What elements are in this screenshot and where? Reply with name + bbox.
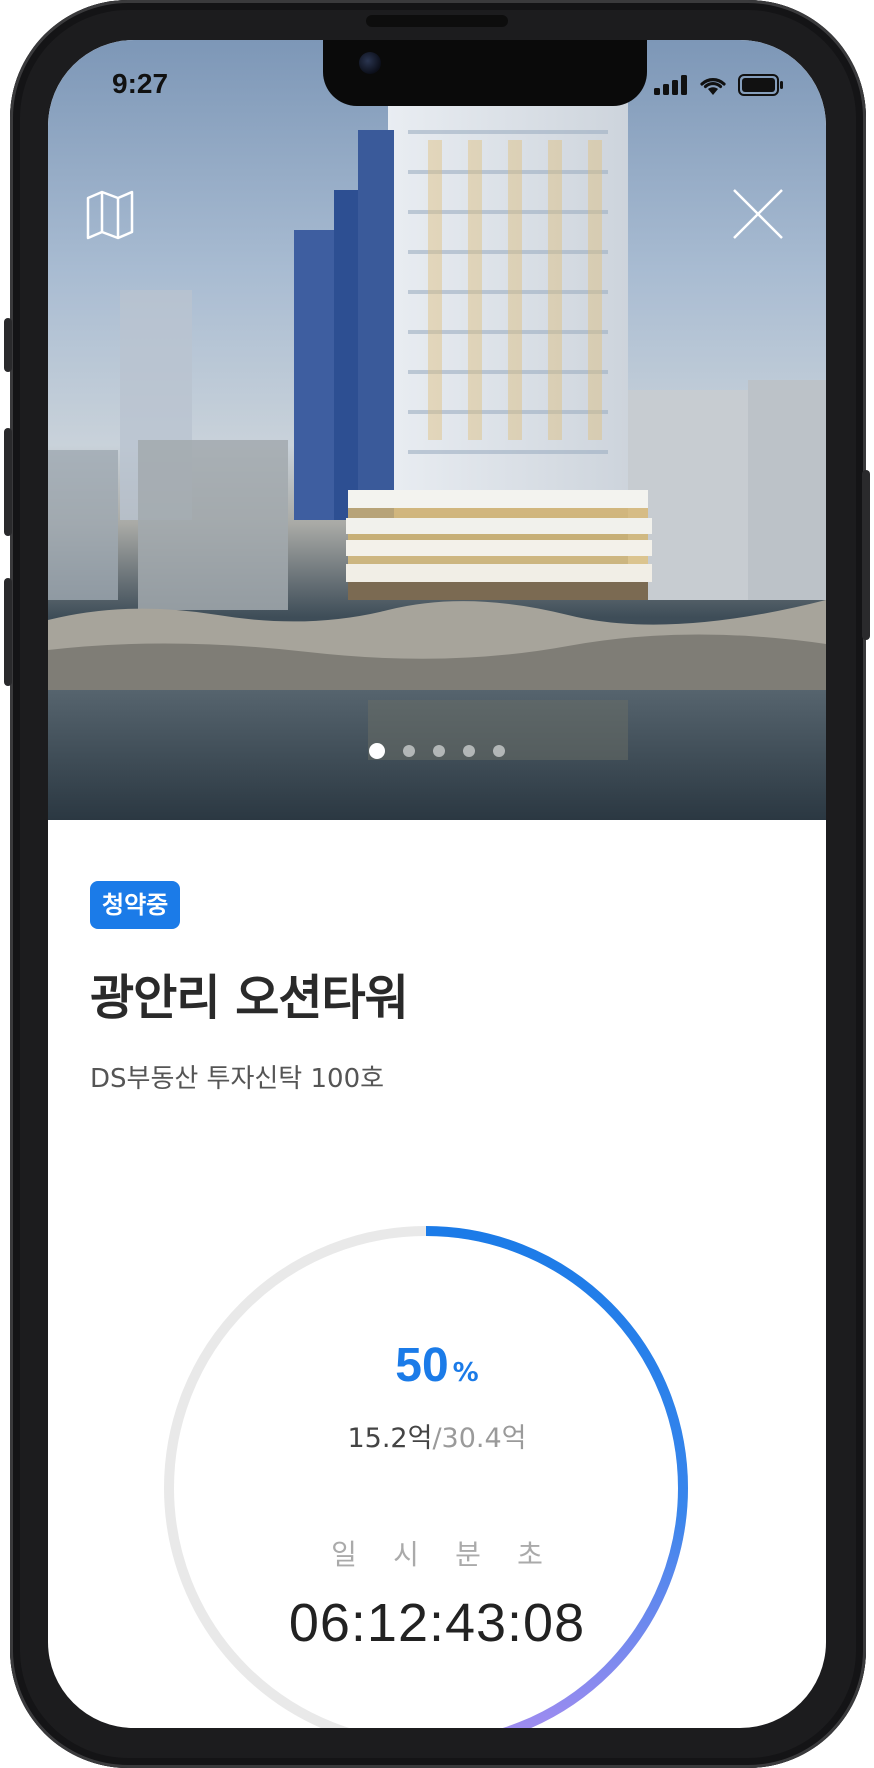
status-time: 9:27 [112,68,169,99]
wifi-icon [700,78,726,95]
progress-percent-unit: % [452,1358,479,1388]
carousel-indicator [48,742,826,761]
battery-icon [738,74,783,96]
countdown-timer: 06:12:43:08 [288,1593,586,1653]
carousel-dot[interactable] [433,745,445,757]
hero-image[interactable] [48,40,826,820]
countdown-label-days: 일 [331,1538,357,1571]
carousel-dot[interactable] [463,745,475,757]
map-icon [86,190,134,240]
volume-up-button [4,428,12,536]
countdown-label-seconds: 초 [517,1538,543,1571]
carousel-dot[interactable] [369,743,385,759]
building-illustration [48,100,826,820]
cellular-signal-icon [654,75,687,95]
countdown-labels: 일시분초 [48,1533,826,1573]
screen: 9:27 청약중 광안리 오션타워 DS부동산 투자신탁 100호 50 % 1… [48,40,826,1728]
progress-percent: 50% [48,1338,826,1393]
carousel-dot[interactable] [493,745,505,757]
project-subtitle: DS부동산 투자신탁 100호 [90,1064,385,1094]
project-title: 광안리 오션타워 [90,970,409,1026]
countdown-label-minutes: 분 [455,1538,481,1571]
funding-amount: 15.2억/30.4억 [48,1416,826,1455]
countdown-label-hours: 시 [393,1538,419,1571]
volume-down-button [4,578,12,686]
amount-goal: 30.4억 [441,1423,527,1454]
silent-switch [4,318,12,372]
earpiece-speaker [366,15,508,27]
status-bar: 9:27 [48,40,826,120]
close-icon [733,189,783,239]
progress-percent-value: 50 [395,1339,449,1392]
status-badge: 청약중 [90,881,181,929]
carousel-dot[interactable] [403,745,415,757]
amount-raised: 15.2억 [347,1423,433,1454]
power-button [862,470,870,640]
map-button[interactable] [82,186,138,242]
close-button[interactable] [730,186,786,242]
amount-separator: / [432,1423,442,1454]
